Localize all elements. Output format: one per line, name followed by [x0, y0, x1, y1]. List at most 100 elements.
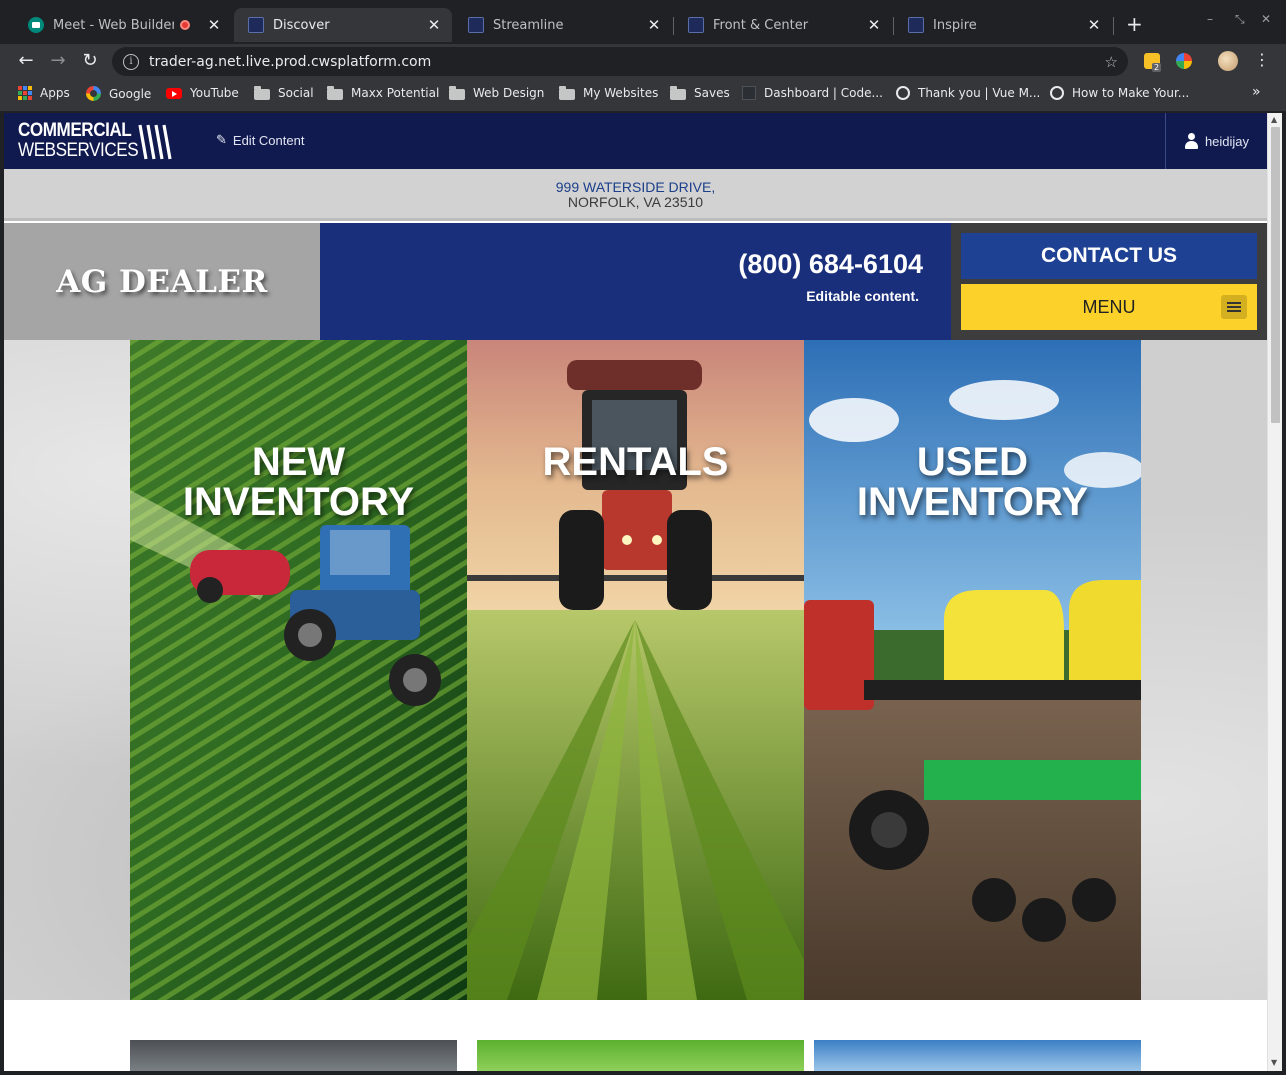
tab-title: Streamline: [493, 17, 564, 33]
cws-icon: [688, 17, 704, 33]
extension-badge: 2: [1152, 63, 1162, 72]
reload-icon[interactable]: ↻: [79, 50, 101, 72]
panel-title-line1: NEW: [251, 440, 346, 484]
thumbnail-card[interactable]: [814, 1040, 1141, 1071]
close-window-icon[interactable]: ✕: [1261, 12, 1271, 26]
panel-title-line1: RENTALS: [542, 440, 729, 484]
tab-inspire[interactable]: Inspire ✕: [894, 8, 1112, 42]
forward-icon[interactable]: →: [47, 50, 69, 72]
url-text[interactable]: trader-ag.net.live.prod.cwsplatform.com: [149, 54, 1105, 70]
close-icon[interactable]: ✕: [426, 16, 442, 34]
address-street[interactable]: 999 WATERSIDE DRIVE,: [4, 180, 1267, 195]
field-sprayer-image: [130, 340, 467, 1000]
apps-grid-icon: [18, 86, 32, 100]
bookmark-label: Dashboard | Code...: [764, 86, 883, 100]
scrollbar-thumb[interactable]: [1271, 127, 1280, 423]
page-scrollbar[interactable]: ▲ ▼: [1267, 113, 1282, 1071]
menu-button[interactable]: MENU: [961, 284, 1257, 330]
restore-icon[interactable]: ⤡: [1235, 12, 1245, 27]
bookmark-label: Maxx Potential: [351, 86, 440, 100]
cws-icon: [248, 17, 264, 33]
tab-meet[interactable]: Meet - Web Builder Offic ✕: [14, 8, 232, 42]
menu-label: MENU: [1082, 296, 1136, 317]
browser-toolbar: ← → ↻ i trader-ag.net.live.prod.cwsplatf…: [0, 44, 1286, 78]
back-icon[interactable]: ←: [15, 50, 37, 72]
folder-icon: [670, 85, 686, 100]
edit-content-button[interactable]: ✎ Edit Content: [216, 132, 304, 148]
address-bar[interactable]: i trader-ag.net.live.prod.cwsplatform.co…: [112, 47, 1128, 76]
tab-streamline[interactable]: Streamline ✕: [454, 8, 672, 42]
brand-logo[interactable]: AG DEALER: [4, 223, 320, 340]
bookmark-apps[interactable]: Apps: [18, 86, 70, 100]
tab-title: Meet - Web Builder Offic: [53, 17, 174, 33]
tab-front-center[interactable]: Front & Center ✕: [674, 8, 892, 42]
new-inventory-panel[interactable]: NEW INVENTORY: [130, 340, 467, 1000]
bookmark-label: Saves: [694, 86, 730, 100]
scroll-down-icon[interactable]: ▼: [1271, 1058, 1277, 1067]
bookmark-label: How to Make Your...: [1072, 86, 1190, 100]
cws-logo[interactable]: COMMERCIAL WEBSERVICES: [18, 120, 172, 161]
bookmark-label: YouTube: [190, 86, 239, 100]
browser-menu-icon[interactable]: ⋮: [1254, 50, 1270, 69]
bookmark-maxx-potential[interactable]: Maxx Potential: [327, 85, 440, 100]
folder-icon: [449, 85, 465, 100]
bookmark-youtube[interactable]: YouTube: [166, 86, 239, 100]
panel-title: RENTALS: [467, 442, 804, 482]
admin-bar: COMMERCIAL WEBSERVICES ✎ Edit Content he…: [4, 113, 1267, 169]
tab-separator: [1113, 17, 1114, 35]
bookmark-star-icon[interactable]: ☆: [1105, 53, 1118, 71]
code-icon: [742, 86, 756, 100]
logo-line1: COMMERCIAL: [18, 120, 132, 141]
phone-number[interactable]: (800) 684-6104: [738, 249, 923, 280]
close-icon[interactable]: ✕: [866, 16, 882, 34]
site-info-icon[interactable]: i: [123, 53, 139, 70]
cws-icon: [908, 17, 924, 33]
editable-note: Editable content.: [806, 288, 919, 304]
used-inventory-panel[interactable]: USED INVENTORY: [804, 340, 1141, 1000]
page-viewport: COMMERCIAL WEBSERVICES ✎ Edit Content he…: [4, 113, 1267, 1071]
thumbnail-card[interactable]: [477, 1040, 804, 1071]
tab-title: Front & Center: [713, 17, 809, 33]
bookmark-thank-you-vue[interactable]: Thank you | Vue M...: [896, 86, 1040, 100]
site-header: AG DEALER (800) 684-6104 Editable conten…: [4, 223, 1267, 340]
extension-color-icon[interactable]: [1176, 53, 1192, 69]
bookmark-label: Social: [278, 86, 314, 100]
logo-line2: WEBSERVICES: [18, 140, 139, 161]
featured-thumbnails: [4, 1040, 1267, 1071]
bookmark-label: Web Design: [473, 86, 545, 100]
globe-icon: [1050, 86, 1064, 100]
user-icon: [1184, 133, 1199, 149]
profile-avatar[interactable]: [1218, 51, 1238, 71]
cws-icon: [468, 17, 484, 33]
folder-icon: [254, 85, 270, 100]
bookmark-web-design[interactable]: Web Design: [449, 85, 545, 100]
new-tab-button[interactable]: +: [1126, 14, 1143, 34]
bookmark-label: Google: [109, 86, 152, 101]
bookmarks-bar: Apps Google YouTube Social Maxx Potentia…: [0, 78, 1286, 112]
rentals-panel[interactable]: RENTALS: [467, 340, 804, 1000]
bookmark-social[interactable]: Social: [254, 85, 314, 100]
cta-area: CONTACT US MENU: [951, 223, 1267, 340]
youtube-icon: [166, 88, 182, 99]
bookmarks-overflow-icon[interactable]: »: [1252, 84, 1261, 100]
bookmark-my-websites[interactable]: My Websites: [559, 85, 658, 100]
bookmark-saves[interactable]: Saves: [670, 85, 730, 100]
close-icon[interactable]: ✕: [1086, 16, 1102, 34]
contact-us-button[interactable]: CONTACT US: [961, 233, 1257, 279]
close-icon[interactable]: ✕: [646, 16, 662, 34]
close-icon[interactable]: ✕: [206, 16, 222, 34]
tab-discover[interactable]: Discover ✕: [234, 8, 452, 42]
thumbnail-card[interactable]: [130, 1040, 457, 1071]
bookmark-label: Thank you | Vue M...: [918, 86, 1041, 100]
hamburger-icon: [1221, 295, 1247, 319]
edit-content-label: Edit Content: [232, 132, 305, 148]
planter-image: [804, 340, 1141, 1000]
bookmark-google[interactable]: Google: [86, 86, 151, 101]
folder-icon: [327, 85, 343, 100]
minimize-icon[interactable]: –: [1207, 12, 1213, 26]
bookmark-dashboard-code[interactable]: Dashboard | Code...: [742, 86, 883, 100]
panel-title-line1: USED: [916, 440, 1029, 484]
user-menu[interactable]: heidijay: [1165, 113, 1267, 169]
scroll-up-icon[interactable]: ▲: [1271, 115, 1277, 124]
bookmark-how-to-make[interactable]: How to Make Your...: [1050, 86, 1189, 100]
